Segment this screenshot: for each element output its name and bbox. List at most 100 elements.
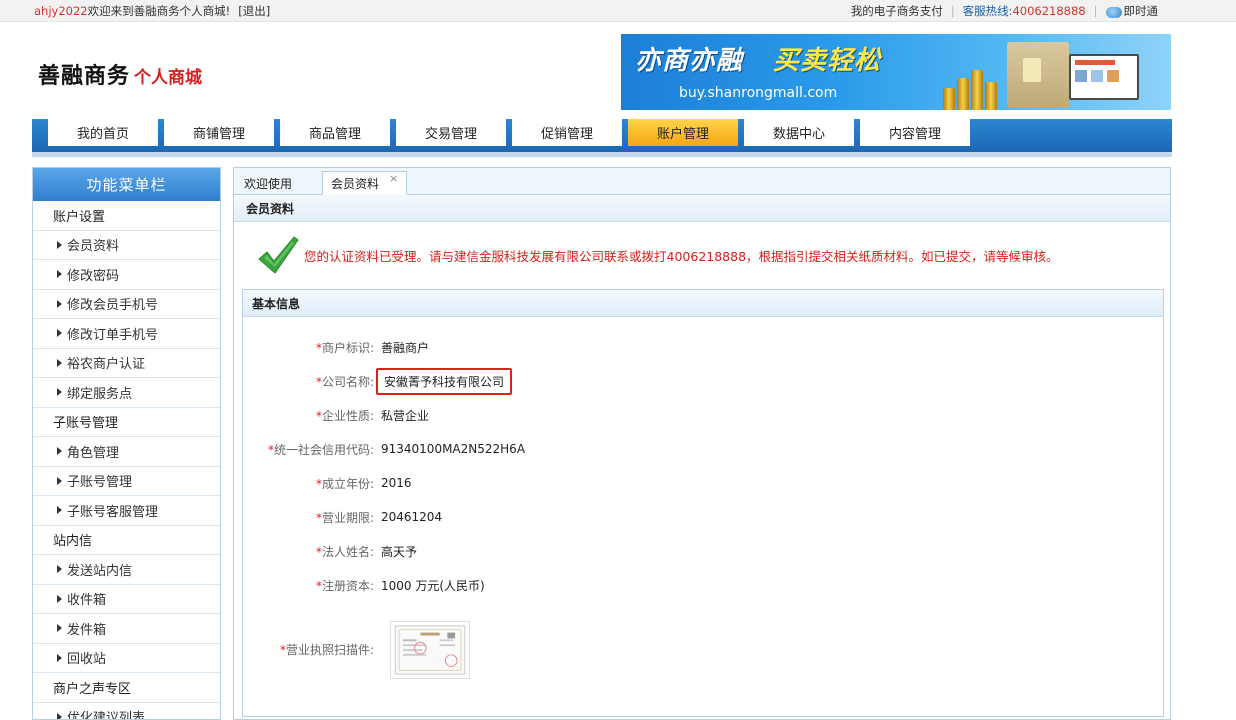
field-credit-code: *统一社会信用代码: 91340100MA2N522H6A xyxy=(243,439,525,459)
divider: | xyxy=(950,4,955,18)
top-bar: ahjy2022欢迎来到善融商务个人商城! [退出] 我的电子商务支付 | 客服热… xyxy=(0,0,1236,22)
banner-url: buy.shanrongmall.com xyxy=(679,85,838,101)
sidebar-group-label: 商户之声专区 xyxy=(53,681,132,697)
field-value: 私营企业 xyxy=(381,408,430,423)
field-business-license: *营业执照扫描件: xyxy=(243,639,374,659)
sidebar-item-sub-account-service[interactable]: 子账号客服管理 xyxy=(33,496,220,526)
sidebar-item-label: 优化建议列表 xyxy=(67,711,146,720)
field-value: 1000 万元(人民币) xyxy=(381,578,485,593)
field-value: 91340100MA2N522H6A xyxy=(381,442,526,456)
im-link[interactable]: 即时通 xyxy=(1124,3,1159,19)
nav-trade-management[interactable]: 交易管理 xyxy=(396,119,506,146)
sidebar-item-member-profile[interactable]: 会员资料 xyxy=(33,231,220,260)
logout-link[interactable]: [退出] xyxy=(238,4,270,18)
nav-product-management[interactable]: 商品管理 xyxy=(280,119,390,146)
nav-promotion-management[interactable]: 促销管理 xyxy=(512,119,622,146)
tab-welcome[interactable]: 欢迎使用 xyxy=(236,171,300,195)
sidebar-item-merchant-certification[interactable]: 裕农商户认证 xyxy=(33,349,220,378)
nav-content-management[interactable]: 内容管理 xyxy=(860,119,970,146)
chat-bubble-icon xyxy=(1105,6,1122,18)
logo-main-text: 善融商务 xyxy=(38,64,131,89)
sidebar-item-change-order-phone[interactable]: 修改订单手机号 xyxy=(33,319,220,349)
logo-sub-text: 个人商城 xyxy=(134,68,203,88)
triangle-right-icon xyxy=(57,476,62,485)
tab-bar: 欢迎使用 会员资料 × xyxy=(234,168,1170,195)
basic-info-title: 基本信息 xyxy=(243,290,1163,317)
banner-slogan-1: 亦商亦融 xyxy=(635,46,744,76)
tab-member-profile[interactable]: 会员资料 × xyxy=(322,171,408,195)
field-registered-capital: *注册资本: 1000 万元(人民币) xyxy=(243,575,485,595)
monitor-illustration xyxy=(1069,54,1139,100)
sidebar-item-role-management[interactable]: 角色管理 xyxy=(33,437,220,467)
triangle-right-icon xyxy=(57,712,62,719)
field-label: 法人姓名: xyxy=(321,544,374,559)
sidebar-item-label: 角色管理 xyxy=(67,445,120,461)
field-company-name: *公司名称: 安徽菁予科技有限公司 xyxy=(243,367,513,395)
triangle-right-icon xyxy=(57,653,62,662)
sidebar-menu: 功能菜单栏 账户设置 会员资料 修改密码 修改会员手机号 修改订单手机号 裕农商… xyxy=(32,167,221,720)
basic-info-panel: 基本信息 *商户标识: 善融商户 *公司名称: 安徽菁予科技有限公司 *企业性质… xyxy=(242,289,1164,717)
welcome-text: 欢迎来到善融商务个人商城! xyxy=(87,4,231,18)
tab-label: 欢迎使用 xyxy=(244,176,293,191)
sidebar-item-recycle-bin[interactable]: 回收站 xyxy=(33,644,220,673)
field-founded-year: *成立年份: 2016 xyxy=(243,473,412,493)
welcome-area: ahjy2022欢迎来到善融商务个人商城! [退出] xyxy=(34,3,270,19)
top-links: 我的电子商务支付 | 客服热线: 4006218888 | 即时通 xyxy=(851,3,1158,19)
sidebar-item-label: 修改会员手机号 xyxy=(67,298,159,314)
shopping-bag-illustration xyxy=(1007,42,1069,108)
triangle-right-icon xyxy=(57,447,62,456)
sidebar-group-label: 账户设置 xyxy=(53,209,106,225)
field-enterprise-type: *企业性质: 私营企业 xyxy=(243,405,429,425)
field-value: 2016 xyxy=(381,476,412,490)
hotline-number: 4006218888 xyxy=(1012,4,1086,18)
tab-label: 会员资料 xyxy=(331,176,380,191)
field-label: 公司名称: xyxy=(321,374,374,389)
sidebar-item-label: 绑定服务点 xyxy=(67,386,133,402)
sidebar-item-label: 修改密码 xyxy=(67,268,120,284)
sidebar-group-account-settings: 账户设置 xyxy=(33,201,220,231)
nav-account-management[interactable]: 账户管理 xyxy=(628,119,738,146)
sidebar-item-change-member-phone[interactable]: 修改会员手机号 xyxy=(33,290,220,319)
field-label: 统一社会信用代码: xyxy=(273,442,374,457)
close-icon[interactable]: × xyxy=(389,172,398,185)
triangle-right-icon xyxy=(57,594,62,603)
sidebar-item-send-message[interactable]: 发送站内信 xyxy=(33,555,220,585)
content-panel: 欢迎使用 会员资料 × 会员资料 您的认证资料已受理。请与建信金服科技发展有限公司… xyxy=(233,167,1171,720)
payment-link[interactable]: 我的电子商务支付 xyxy=(851,3,943,19)
username-link[interactable]: ahjy2022 xyxy=(34,4,88,18)
sidebar-item-label: 裕农商户认证 xyxy=(67,357,146,373)
company-name-value: 安徽菁予科技有限公司 xyxy=(376,367,513,395)
nav-data-center[interactable]: 数据中心 xyxy=(744,119,854,146)
business-license-thumbnail[interactable] xyxy=(390,621,470,679)
divider: | xyxy=(1093,4,1098,18)
sidebar-item-sub-account-management[interactable]: 子账号管理 xyxy=(33,467,220,496)
banner-slogan-2: 买卖轻松 xyxy=(773,46,882,76)
sidebar-item-bind-service-point[interactable]: 绑定服务点 xyxy=(33,378,220,408)
nav-shop-management[interactable]: 商铺管理 xyxy=(164,119,274,146)
status-notice: 您的认证资料已受理。请与建信金服科技发展有限公司联系或拨打4006218888，… xyxy=(256,232,1059,278)
sidebar-item-label: 修改订单手机号 xyxy=(67,327,159,343)
sidebar-group-label: 子账号管理 xyxy=(53,416,119,432)
sidebar-item-change-password[interactable]: 修改密码 xyxy=(33,260,220,290)
sidebar-item-inbox[interactable]: 收件箱 xyxy=(33,585,220,614)
promo-banner[interactable]: 亦商亦融 买卖轻松 buy.shanrongmall.com xyxy=(621,34,1171,110)
sidebar-item-label: 收件箱 xyxy=(67,593,107,609)
sidebar-item-suggestion-list[interactable]: 优化建议列表 xyxy=(33,703,220,720)
sidebar-item-label: 回收站 xyxy=(67,652,107,668)
checkmark-icon xyxy=(258,236,299,274)
field-label: 注册资本: xyxy=(321,578,374,593)
triangle-right-icon xyxy=(57,358,62,367)
field-legal-person: *法人姓名: 高天予 xyxy=(243,541,417,561)
field-label: 企业性质: xyxy=(321,408,374,423)
sidebar-group-merchant-voice: 商户之声专区 xyxy=(33,673,220,703)
field-label: 营业执照扫描件: xyxy=(285,642,374,657)
field-value: 高天予 xyxy=(381,544,418,559)
nav-home[interactable]: 我的首页 xyxy=(48,119,158,146)
triangle-right-icon xyxy=(57,299,62,308)
notice-message: 您的认证资料已受理。请与建信金服科技发展有限公司联系或拨打4006218888，… xyxy=(304,248,1059,264)
sidebar-item-label: 发送站内信 xyxy=(67,563,133,579)
field-label: 商户标识: xyxy=(321,340,374,355)
field-value: 20461204 xyxy=(381,510,443,524)
site-logo[interactable]: 善融商务 个人商城 xyxy=(38,58,202,90)
sidebar-item-outbox[interactable]: 发件箱 xyxy=(33,614,220,644)
